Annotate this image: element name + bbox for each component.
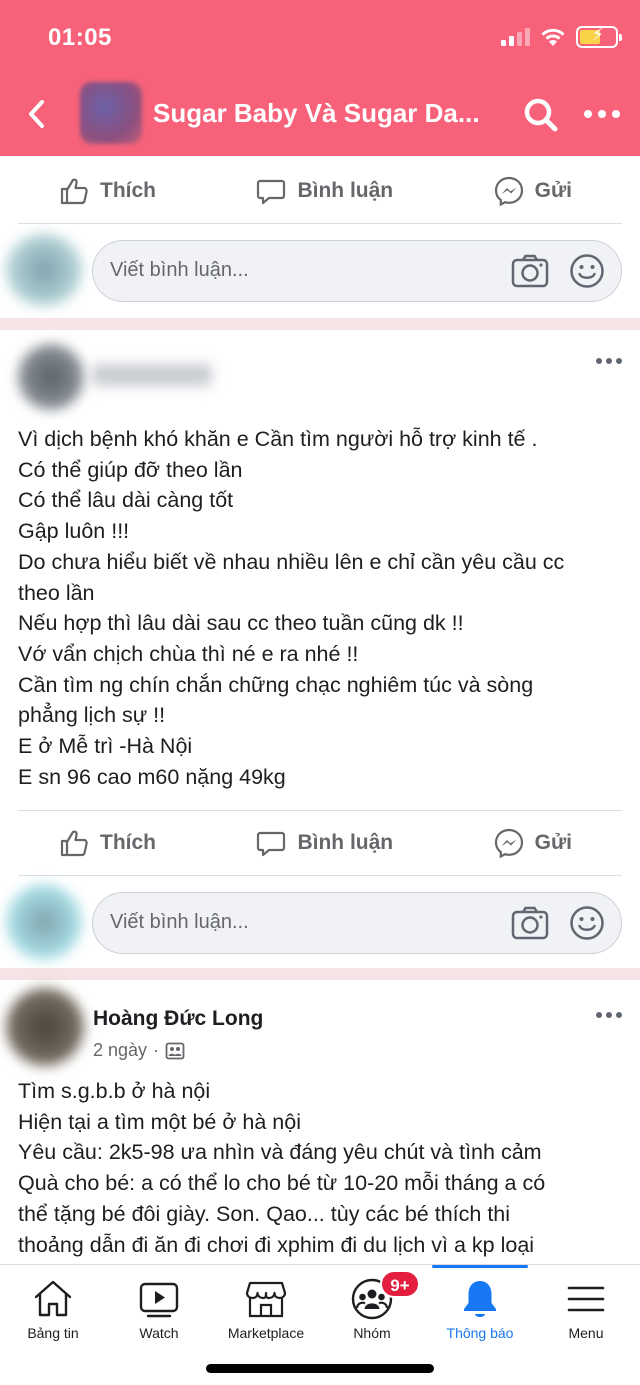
post-line: Nếu hợp thì lâu dài sau cc theo tuần cũn… — [18, 611, 464, 636]
messenger-icon — [494, 176, 523, 206]
home-indicator[interactable] — [206, 1364, 434, 1373]
post-line: Quà cho bé: a có thể lo cho bé từ 10-20 … — [18, 1171, 546, 1196]
post-meta: 2 ngày · — [93, 1040, 185, 1061]
home-icon — [34, 1280, 72, 1317]
tab-label: Thông báo — [446, 1325, 514, 1341]
group-privacy-icon — [165, 1042, 185, 1059]
post-line: Gập luôn !!! — [18, 519, 130, 544]
like-label: Thích — [100, 178, 156, 202]
signal-icon — [501, 28, 530, 46]
comment-input[interactable]: Viết bình luận... — [92, 240, 622, 302]
thumbs-up-icon — [60, 830, 88, 857]
post-actions: Thích Bình luận Gửi — [18, 158, 622, 224]
post-actions: Thích Bình luận Gửi — [18, 810, 622, 876]
post-line: thoảng dẫn đi ăn đi chơi đi xphim đi du … — [18, 1232, 535, 1257]
thumbs-up-icon — [60, 178, 88, 204]
post-line: phẳng lịch sự !! — [18, 703, 166, 728]
comment-label: Bình luận — [297, 831, 394, 854]
watch-icon — [139, 1282, 179, 1318]
menu-icon — [567, 1286, 605, 1312]
post-time[interactable]: 2 ngày — [93, 1040, 147, 1061]
post-line: E ở Mễ trì -Hà Nội — [18, 734, 193, 759]
post-separator — [0, 968, 640, 980]
post-line: E sn 96 cao m60 nặng 49kg — [18, 764, 286, 789]
author-avatar[interactable] — [18, 344, 84, 410]
post-line: Cần tìm ng chín chắn chững chạc nghiêm t… — [18, 672, 534, 697]
post-line: theo lần — [18, 580, 95, 605]
send-label: Gửi — [534, 178, 572, 202]
comment-icon — [257, 831, 286, 857]
post-line: Yêu cầu: 2k5-98 ưa nhìn và đáng yêu chút… — [18, 1140, 542, 1165]
comment-button[interactable]: Bình luận — [255, 175, 393, 207]
camera-icon[interactable] — [511, 253, 549, 289]
post-menu-button[interactable] — [596, 1012, 622, 1020]
comment-composer: Viết bình luận... — [0, 880, 640, 962]
post-line: Có thể lâu dài càng tốt — [18, 488, 234, 513]
active-tab-indicator — [432, 1265, 528, 1268]
author-avatar[interactable] — [6, 988, 84, 1066]
status-time: 01:05 — [48, 24, 112, 51]
author-name-blurred[interactable] — [92, 364, 212, 386]
comment-label: Bình luận — [297, 178, 394, 202]
comment-icon — [257, 179, 286, 204]
tab-label: Marketplace — [227, 1325, 305, 1341]
post-body: Vì dịch bệnh khó khăn e Cần tìm người hỗ… — [18, 424, 628, 792]
like-label: Thích — [100, 831, 156, 854]
emoji-icon[interactable] — [569, 905, 605, 941]
post-line: thể tặng bé đôi giày. Son. Qao... tùy cá… — [18, 1201, 511, 1226]
search-icon[interactable] — [522, 96, 560, 134]
send-button[interactable]: Gửi — [493, 175, 572, 207]
post-line: Vì dịch bệnh khó khăn e Cần tìm người hỗ… — [18, 427, 538, 451]
comment-button[interactable]: Bình luận — [255, 827, 393, 859]
bell-icon — [464, 1281, 496, 1317]
marketplace-icon — [245, 1281, 287, 1318]
post-line: Do chưa hiểu biết về nhau nhiều lên e ch… — [18, 549, 565, 574]
status-icons: ⚡ — [501, 25, 622, 48]
wifi-icon — [541, 28, 565, 46]
emoji-icon[interactable] — [569, 253, 605, 289]
tab-label: Bảng tin — [27, 1325, 79, 1341]
tab-label: Watch — [139, 1325, 179, 1341]
tab-label: Nhóm — [353, 1325, 391, 1341]
post-line: Hiện tại a tìm một bé ở hà nội — [18, 1109, 301, 1134]
group-title[interactable]: Sugar Baby Và Sugar Da... — [153, 98, 483, 129]
more-options-button[interactable] — [584, 104, 624, 124]
post-menu-button[interactable] — [596, 358, 622, 366]
app-header: 01:05 ⚡ Sugar Baby Và Sugar Da... — [0, 0, 640, 156]
comment-placeholder: Viết bình luận... — [110, 259, 249, 281]
battery-icon: ⚡ — [576, 25, 622, 48]
comment-placeholder: Viết bình luận... — [110, 911, 249, 933]
comment-composer: Viết bình luận... — [0, 228, 640, 310]
send-button[interactable]: Gửi — [493, 827, 572, 859]
meta-dot: · — [153, 1040, 160, 1060]
comment-input[interactable]: Viết bình luận... — [92, 892, 622, 954]
back-button[interactable] — [22, 96, 52, 132]
user-avatar — [6, 884, 82, 960]
tab-label: Menu — [568, 1325, 604, 1341]
post-separator — [0, 318, 640, 330]
like-button[interactable]: Thích — [58, 827, 156, 859]
groups-notification-badge: 9+ — [380, 1270, 420, 1298]
send-label: Gửi — [534, 831, 572, 854]
messenger-icon — [494, 828, 523, 859]
post-line: Có thể giúp đỡ theo lần — [18, 457, 243, 482]
user-avatar — [6, 234, 82, 306]
post-body: Tìm s.g.b.b ở hà nội Hiện tại a tìm một … — [18, 1076, 628, 1260]
group-avatar[interactable] — [80, 82, 142, 144]
author-name[interactable]: Hoàng Đức Long — [93, 1007, 263, 1031]
like-button[interactable]: Thích — [58, 175, 156, 207]
post-line: Tìm s.g.b.b ở hà nội — [18, 1079, 211, 1103]
post-line: Vớ vẩn chịch chùa thì né e ra nhé !! — [18, 641, 359, 666]
camera-icon[interactable] — [511, 905, 549, 941]
